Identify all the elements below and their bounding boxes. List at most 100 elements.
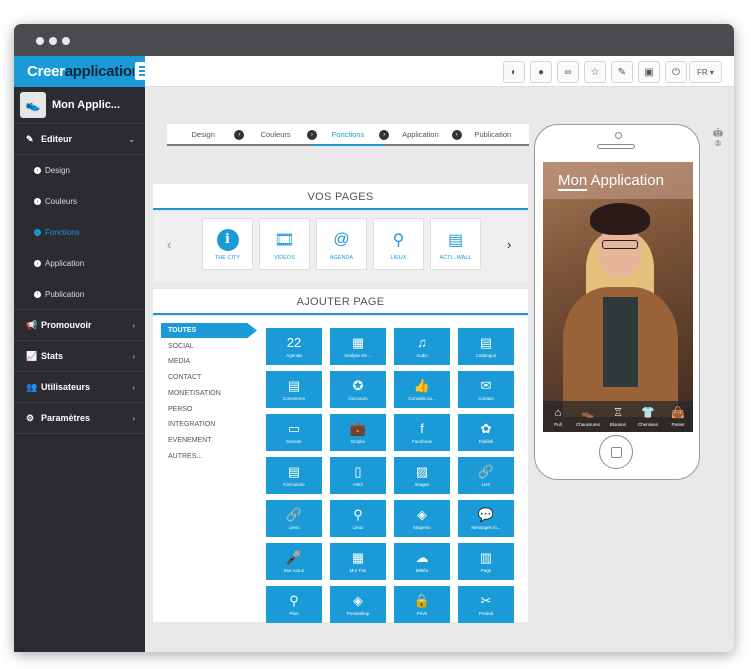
add-page-tile[interactable]: f Facebook	[394, 414, 450, 451]
add-page-tile[interactable]: 22 Agenda	[266, 328, 322, 365]
sidebar-item-promouvoir[interactable]: 📢 Promouvoir ›	[14, 310, 145, 341]
add-page-tile[interactable]: ✉ Contact	[458, 371, 514, 408]
add-page-tile[interactable]: 🔗 Liens	[266, 500, 322, 537]
step-design[interactable]: Design ›	[167, 124, 245, 146]
step-application[interactable]: Application ›	[384, 124, 462, 146]
tile-icon: ▤	[479, 335, 493, 350]
tab-pull[interactable]: ⌂ Pull	[543, 401, 573, 432]
sidebar-item-stats[interactable]: 📈 Stats ›	[14, 341, 145, 372]
tab-chemises[interactable]: 👕 Chemises	[633, 401, 663, 432]
category-integration[interactable]: INTEGRATION	[161, 417, 251, 432]
tile-icon: ✿	[480, 421, 492, 436]
add-page-tile[interactable]: ♫ Audio	[394, 328, 450, 365]
add-page-tile[interactable]: 🔗 Lien	[458, 457, 514, 494]
language-select[interactable]: FR ▾	[689, 61, 722, 83]
tile-label: Contact	[478, 396, 494, 401]
tile-label: Liens	[288, 525, 300, 530]
html5-icon[interactable]: ⑤	[714, 139, 721, 148]
page-card[interactable]: i THE CITY	[202, 218, 253, 270]
page-label: THE CITY	[214, 254, 241, 261]
brand-part1: Creer	[27, 63, 65, 80]
tile-icon: 22	[286, 335, 302, 350]
add-page-tile[interactable]: 🔒 Privé	[394, 586, 450, 623]
sidebar-subitem-fonctions[interactable]: › Fonctions	[14, 217, 145, 248]
power-icon[interactable]: ⏻	[665, 61, 687, 83]
category-social[interactable]: SOCIAL	[161, 339, 251, 354]
chevron-left-icon[interactable]: ‹	[167, 237, 171, 252]
chevron-right-icon[interactable]: ›	[507, 237, 511, 252]
sidebar-subitem-publication[interactable]: › Publication	[14, 279, 145, 310]
add-page-tile[interactable]: ▭ Dossier	[266, 414, 322, 451]
photo-glasses	[602, 240, 638, 249]
tab-blouson[interactable]: ♖ Blouson	[603, 401, 633, 432]
window-dot[interactable]	[36, 37, 44, 45]
sidebar-subitem-label: Publication	[45, 289, 85, 299]
add-page-tile[interactable]: ▤ Commerce	[266, 371, 322, 408]
sidebar-item-utilisateurs[interactable]: 👥 Utilisateurs ›	[14, 372, 145, 403]
dashboard-icon[interactable]: ◐	[503, 61, 525, 83]
tab-panier[interactable]: 👜 Panier	[663, 401, 693, 432]
add-page-tile[interactable]: ▤ Catalogue	[458, 328, 514, 365]
sidebar-subitem-application[interactable]: › Application	[14, 248, 145, 279]
app-title-part2: Application	[587, 172, 664, 189]
category-contact[interactable]: CONTACT	[161, 370, 251, 385]
add-page-tile[interactable]: 🎤 Mur Actus	[266, 543, 322, 580]
chevron-circle-icon: ›	[34, 290, 41, 298]
binoculars-icon[interactable]: ∞	[557, 61, 579, 83]
top-toolbar: ◐ ● ∞ ☆ ✎ ▣ ⏻ FR ▾	[145, 56, 734, 87]
add-page-tile[interactable]: ⚲ Lieux	[330, 500, 386, 537]
pencil-icon: ✎	[26, 133, 34, 144]
tile-icon: ⚲	[353, 507, 363, 522]
tile-icon: ▦	[351, 550, 365, 565]
user-icon[interactable]: ●	[530, 61, 552, 83]
add-page-tile[interactable]: ◈ Magento	[394, 500, 450, 537]
home-button[interactable]	[599, 435, 633, 469]
add-page-tile[interactable]: 👍 Conseils ca...	[394, 371, 450, 408]
page-card[interactable]: @ AGENDA	[316, 218, 367, 270]
android-icon[interactable]: 🤖	[713, 128, 723, 137]
add-page-tile[interactable]: ◈ Prestashop	[330, 586, 386, 623]
pen-icon[interactable]: ✎	[611, 61, 633, 83]
sidebar-subitem-couleurs[interactable]: › Couleurs	[14, 186, 145, 217]
add-page-tile[interactable]: ▦ Mur Fan	[330, 543, 386, 580]
page-label: ACTI...WALL	[439, 254, 472, 261]
add-page-tile[interactable]: ⚲ Plan	[266, 586, 322, 623]
add-page-tile[interactable]: ✪ Concours	[330, 371, 386, 408]
window-dot[interactable]	[62, 37, 70, 45]
category-monetisation[interactable]: MONETISATION	[161, 386, 251, 401]
add-page-tile[interactable]: ✂ Produit	[458, 586, 514, 623]
step-fonctions[interactable]: Fonctions ›	[311, 124, 390, 146]
add-page-tile[interactable]: ▥ Page	[458, 543, 514, 580]
tile-label: Concours	[348, 396, 368, 401]
star-icon[interactable]: ☆	[584, 61, 606, 83]
tile-label: Audio	[416, 353, 428, 358]
sidebar-item-editeur[interactable]: ✎ Editeur ⌄	[14, 124, 145, 155]
add-page-tile[interactable]: ▨ Images	[394, 457, 450, 494]
category-toutes[interactable]: TOUTES	[161, 323, 257, 338]
window-dot[interactable]	[49, 37, 57, 45]
add-page-tile[interactable]: 💼 Emploi	[330, 414, 386, 451]
brand-logo[interactable]: Creerapplication	[14, 56, 145, 87]
add-page-tile[interactable]: ▦ Analyse De ...	[330, 328, 386, 365]
add-page-tile[interactable]: ▤ Formulaire	[266, 457, 322, 494]
category-media[interactable]: MEDIA	[161, 354, 251, 369]
step-publication[interactable]: Publication	[456, 124, 530, 146]
sidebar-subitem-design[interactable]: › Design	[14, 155, 145, 186]
sidebar-item-parametres[interactable]: ⚙ Paramètres ›	[14, 403, 145, 434]
tile-icon: ▦	[351, 335, 365, 350]
category-evenement[interactable]: EVENEMENT	[161, 433, 251, 448]
tab-chaussures[interactable]: 👞 Chaussures	[573, 401, 603, 432]
add-page-tile[interactable]: ▯ Html	[330, 457, 386, 494]
current-app[interactable]: 👟 Mon Applic...	[14, 87, 145, 124]
category-perso[interactable]: PERSO	[161, 402, 251, 417]
step-couleurs[interactable]: Couleurs ›	[239, 124, 317, 146]
page-card[interactable]: ⚲ LIEUX	[373, 218, 424, 270]
page-card[interactable]: 🎞 VIDEOS	[259, 218, 310, 270]
camera-icon[interactable]: ▣	[638, 61, 660, 83]
add-page-tile[interactable]: ✿ Fidélité	[458, 414, 514, 451]
add-page-tile[interactable]: 💬 Messages In...	[458, 500, 514, 537]
phone-tabbar: ⌂ Pull 👞 Chaussures ♖ Blouson 👕 Chemises 👜 Pa…	[543, 401, 693, 432]
page-card[interactable]: ▤ ACTI...WALL	[430, 218, 481, 270]
add-page-tile[interactable]: ☁ Météo	[394, 543, 450, 580]
category-autres[interactable]: AUTRES...	[161, 449, 251, 464]
